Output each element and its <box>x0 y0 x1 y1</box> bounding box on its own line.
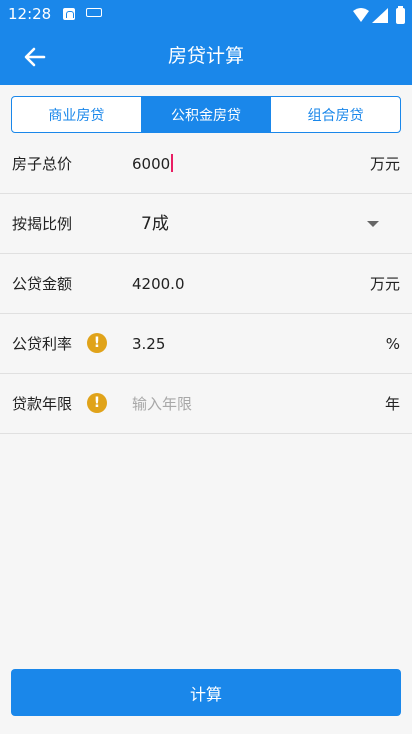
tab-commercial-loan[interactable]: 商业房贷 <box>12 97 141 132</box>
years-input[interactable] <box>132 390 352 418</box>
loan-form: 房子总价 6000 万元 按揭比例 7成 公贷金额 4200.0 万元 公贷利率… <box>0 134 412 434</box>
signal-icon <box>372 8 388 23</box>
loan-type-tabs: 商业房贷 公积金房贷 组合房贷 <box>11 96 401 133</box>
notification-app-icon <box>63 8 75 20</box>
loan-amount-value[interactable]: 4200.0 <box>132 274 185 294</box>
page-title: 房贷计算 <box>167 45 244 67</box>
years-unit: 年 <box>384 395 400 413</box>
total-price-row: 房子总价 6000 万元 <box>0 134 412 194</box>
rate-input[interactable]: 3.25 <box>132 334 165 354</box>
wifi-icon <box>353 8 369 22</box>
calculate-button[interactable]: 计算 <box>11 669 401 716</box>
dropdown-arrow-icon[interactable] <box>367 221 379 227</box>
total-price-input[interactable]: 6000 <box>132 154 174 174</box>
years-label: 贷款年限 <box>12 395 73 413</box>
total-price-label: 房子总价 <box>12 155 73 173</box>
keyboard-icon <box>86 8 102 17</box>
tab-provident-fund-loan[interactable]: 公积金房贷 <box>140 97 271 132</box>
down-ratio-select[interactable]: 7成 <box>141 214 169 234</box>
loan-amount-label: 公贷金额 <box>12 275 73 293</box>
status-bar: 12:28 <box>0 0 412 28</box>
total-price-value: 6000 <box>132 155 171 173</box>
loan-amount-unit: 万元 <box>369 275 400 293</box>
text-caret <box>171 154 174 172</box>
down-ratio-row[interactable]: 按揭比例 7成 <box>0 194 412 254</box>
status-time: 12:28 <box>8 5 52 23</box>
loan-amount-row: 公贷金额 4200.0 万元 <box>0 254 412 314</box>
down-ratio-label: 按揭比例 <box>12 215 73 233</box>
total-price-unit: 万元 <box>369 155 400 173</box>
rate-info-icon[interactable]: ! <box>87 333 107 353</box>
rate-label: 公贷利率 <box>12 335 73 353</box>
tab-combined-loan[interactable]: 组合房贷 <box>270 97 400 132</box>
battery-icon <box>396 6 405 24</box>
rate-unit: % <box>385 335 400 353</box>
years-info-icon[interactable]: ! <box>87 393 107 413</box>
years-row: 贷款年限 ! 年 <box>0 374 412 434</box>
rate-row: 公贷利率 ! 3.25 % <box>0 314 412 374</box>
app-bar: 房贷计算 <box>0 28 412 85</box>
